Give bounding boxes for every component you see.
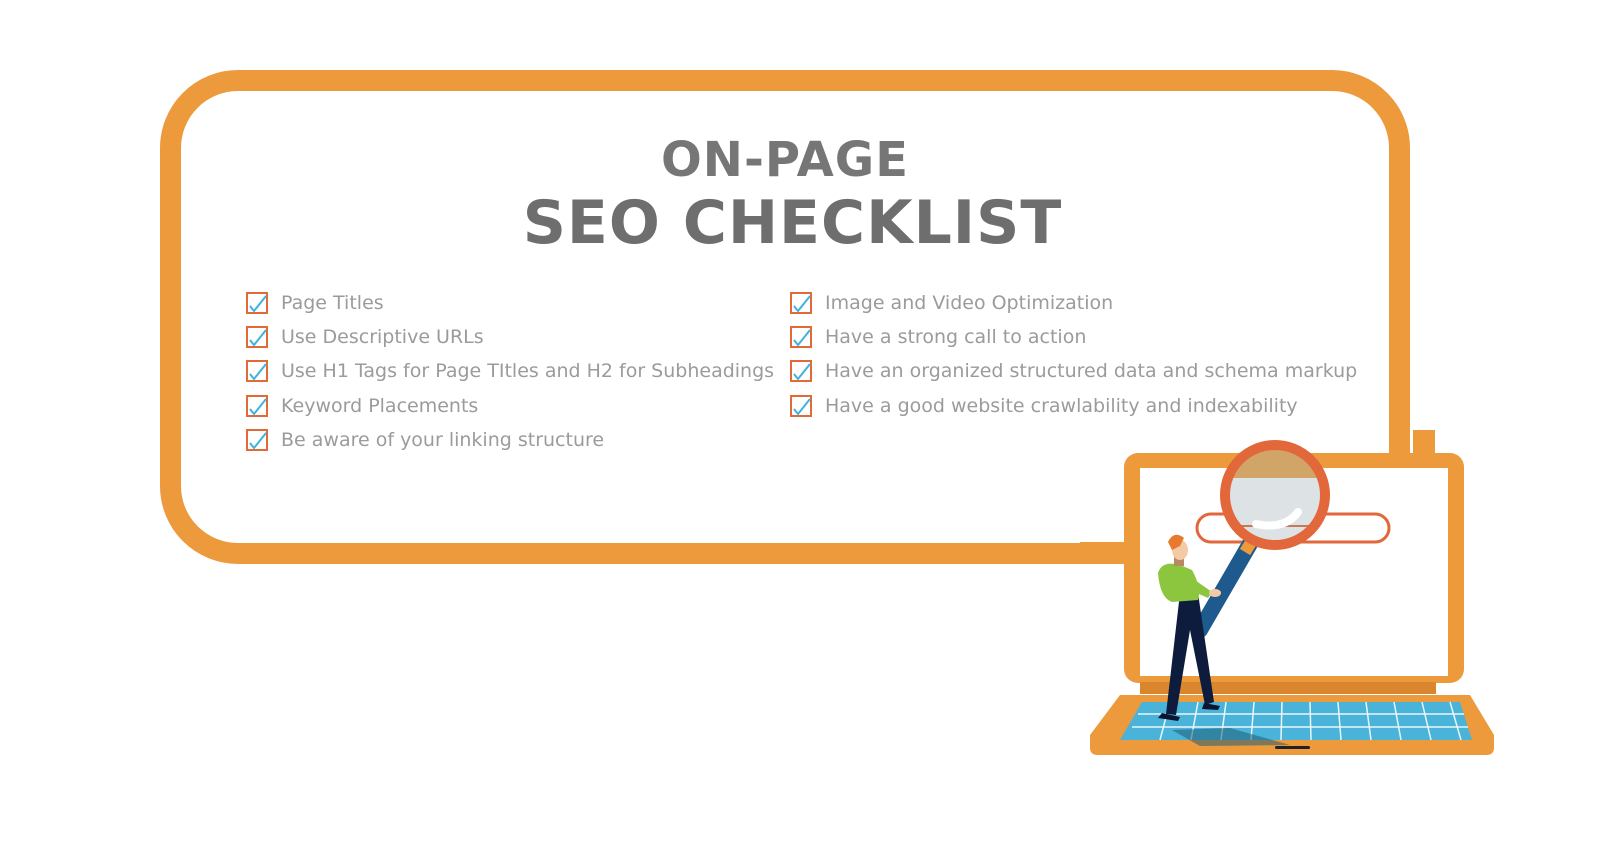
checklist-item-label: Image and Video Optimization [825, 292, 1114, 315]
checklist-item: Keyword Placements [246, 389, 774, 423]
checkbox-checked-icon [246, 428, 268, 451]
checkbox-checked-icon [246, 394, 268, 417]
checklist-item-label: Have an organized structured data and sc… [825, 360, 1358, 383]
checklist-item-label: Be aware of your linking structure [281, 428, 605, 451]
checklist-item-label: Have a strong call to action [825, 326, 1087, 349]
checklist-item-label: Use Descriptive URLs [281, 326, 484, 349]
title-on-page: ON-PAGE [660, 132, 909, 188]
checklist-item: Be aware of your linking structure [246, 423, 774, 457]
title-seo-checklist: SEO CHECKLIST [522, 188, 1063, 258]
frame-connector [1413, 430, 1435, 455]
checkbox-checked-icon [790, 394, 812, 417]
checklist-item: Page Titles [246, 286, 774, 320]
checklist-item: Have a good website crawlability and ind… [790, 389, 1357, 423]
checklist-item: Have an organized structured data and sc… [790, 354, 1357, 388]
checklist-item-label: Keyword Placements [281, 394, 479, 417]
checklist-left-column: Page Titles Use Descriptive URLs Use H1 … [246, 286, 774, 457]
checklist-item: Image and Video Optimization [790, 286, 1357, 320]
laptop-illustration [1080, 430, 1494, 755]
frame-connector [1080, 542, 1126, 564]
checklist-item-label: Use H1 Tags for Page TItles and H2 for S… [281, 360, 775, 383]
checkbox-checked-icon [246, 360, 268, 383]
checklist-item-label: Have a good website crawlability and ind… [825, 394, 1298, 417]
checkbox-checked-icon [246, 326, 268, 349]
checkbox-checked-icon [790, 360, 812, 383]
checklist-right-column: Image and Video Optimization Have a stro… [790, 286, 1357, 423]
checkbox-checked-icon [246, 292, 268, 315]
checklist-item: Have a strong call to action [790, 320, 1357, 354]
checkbox-checked-icon [790, 326, 812, 349]
checklist-item: Use H1 Tags for Page TItles and H2 for S… [246, 354, 774, 388]
checkbox-checked-icon [790, 292, 812, 315]
checklist-item-label: Page Titles [281, 292, 384, 315]
checklist-item: Use Descriptive URLs [246, 320, 774, 354]
